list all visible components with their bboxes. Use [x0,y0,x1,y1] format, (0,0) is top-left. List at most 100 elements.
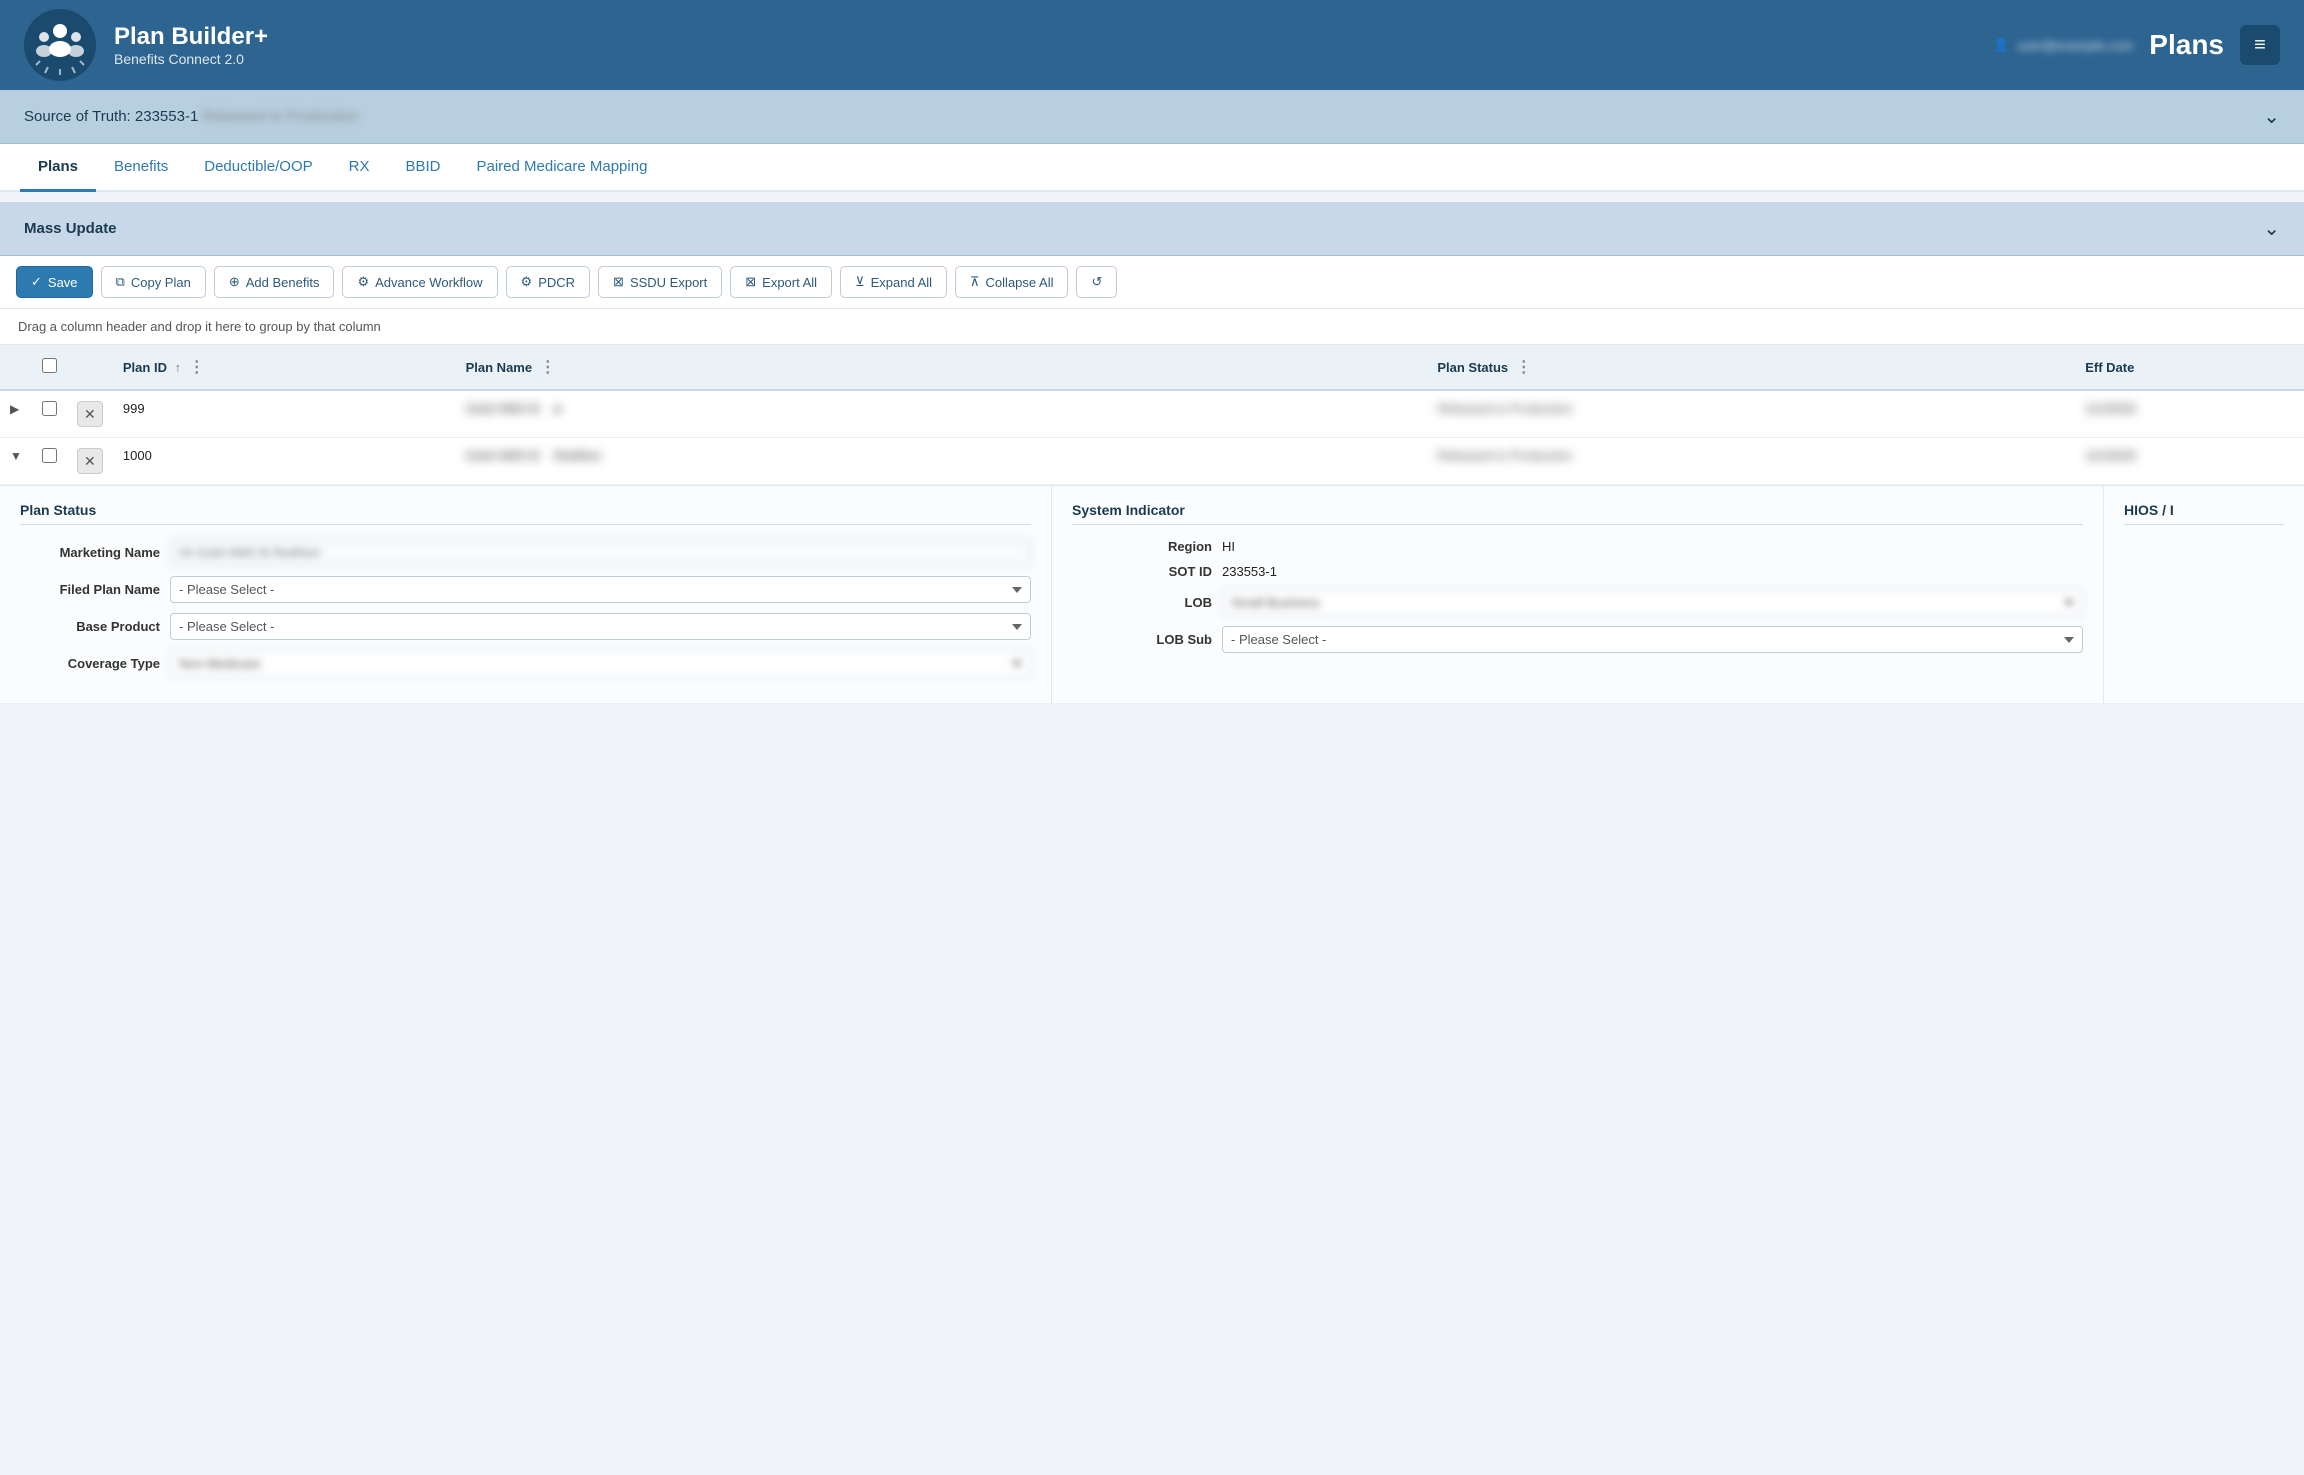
row-check-cell [32,390,67,438]
ssdu-icon: ⊠ [613,274,624,290]
col-plan-name-header: Plan Name ⋮ [456,345,1428,390]
drag-hint: Drag a column header and drop it here to… [0,309,2304,345]
sot-id-field: SOT ID 233553-1 [1072,564,2083,579]
marketing-name-label: Marketing Name [20,545,160,560]
expand-all-label: Expand All [871,275,932,290]
collapse-all-button[interactable]: ⊼ Collapse All [955,266,1068,298]
row-plan-id-cell: 999 [113,390,456,438]
row-delete-button[interactable]: ✕ [77,401,103,427]
expand-all-icon: ⊻ [855,274,865,290]
export-all-icon: ⊠ [745,274,756,290]
app-header: Plan Builder+ Benefits Connect 2.0 👤 use… [0,0,2304,90]
filed-plan-name-select[interactable]: - Please Select - [170,576,1031,603]
lob-select[interactable]: Small Business [1222,589,2083,616]
export-all-button[interactable]: ⊠ Export All [730,266,832,298]
tab-deductible[interactable]: Deductible/OOP [186,144,330,192]
header-left: Plan Builder+ Benefits Connect 2.0 [24,9,268,81]
select-all-checkbox[interactable] [42,358,57,373]
ssdu-export-button[interactable]: ⊠ SSDU Export [598,266,722,298]
row-plan-name-cell: Gold HMO B ● [456,390,1428,438]
tabs-bar: Plans Benefits Deductible/OOP RX BBID Pa… [0,144,2304,192]
pdcr-icon: ⚙ [521,274,533,290]
copy-plan-button[interactable]: ⧉ Copy Plan [101,266,206,298]
lob-sub-select[interactable]: - Please Select - [1222,626,2083,653]
row-plan-id-cell: 1000 [113,438,456,485]
base-product-value: - Please Select - [170,613,1031,640]
sot-text: Source of Truth: 233553-1 Released to Pr… [24,108,358,125]
row-checkbox[interactable] [42,448,57,463]
app-subtitle: Benefits Connect 2.0 [114,51,268,67]
app-logo [24,9,96,81]
base-product-field: Base Product - Please Select - [20,613,1031,640]
plan-id-sort-icon[interactable]: ↑ [175,360,182,375]
advance-workflow-label: Advance Workflow [375,275,482,290]
add-benefits-icon: ⊕ [229,274,240,290]
tab-bbid[interactable]: BBID [387,144,458,192]
system-indicator-title: System Indicator [1072,502,2083,525]
save-button[interactable]: ✓ Save [16,266,93,298]
region-field: Region HI [1072,539,2083,554]
plan-status-title: Plan Status [20,502,1031,525]
detail-row: Plan Status Marketing Name Filed Plan Na… [0,485,2304,704]
col-delete-header [67,345,113,390]
detail-grid: Plan Status Marketing Name Filed Plan Na… [0,485,2304,703]
plan-id-menu-icon[interactable]: ⋮ [185,359,209,376]
col-plan-status-header: Plan Status ⋮ [1427,345,2075,390]
menu-button[interactable]: ≡ [2240,25,2280,65]
add-benefits-button[interactable]: ⊕ Add Benefits [214,266,335,298]
plan-status-section: Plan Status Marketing Name Filed Plan Na… [0,486,1052,703]
plan-status-menu-icon[interactable]: ⋮ [1512,359,1536,376]
header-right: 👤 user@example.com Plans ≡ [1993,25,2280,65]
user-email: user@example.com [2018,38,2134,53]
plan-name-menu-icon[interactable]: ⋮ [536,359,560,376]
lob-sub-field: LOB Sub - Please Select - [1072,626,2083,653]
row-expand-cell[interactable]: ▼ [0,438,32,485]
base-product-select[interactable]: - Please Select - [170,613,1031,640]
sot-id-plain: 233553-1 [1222,559,1277,584]
export-all-label: Export All [762,275,817,290]
filed-plan-name-label: Filed Plan Name [20,582,160,597]
mass-update-label: Mass Update [24,220,117,237]
col-eff-date-header: Eff Date [2075,345,2304,390]
table-header-row: Plan ID ↑ ⋮ Plan Name ⋮ Plan Status ⋮ Ef… [0,345,2304,390]
sot-id-label: SOT ID [1072,564,1212,579]
marketing-name-input[interactable] [170,539,1031,566]
region-value: HI [1222,539,2083,554]
tab-rx[interactable]: RX [331,144,388,192]
mass-update-expand-icon[interactable]: ⌄ [2263,216,2280,241]
user-info: 👤 user@example.com [1993,37,2133,53]
advance-workflow-icon: ⚙ [357,274,369,290]
lob-sub-label: LOB Sub [1072,632,1212,647]
add-benefits-label: Add Benefits [246,275,320,290]
marketing-name-value [170,539,1031,566]
marketing-name-field: Marketing Name [20,539,1031,566]
region-plain: HI [1222,534,1235,559]
app-title-block: Plan Builder+ Benefits Connect 2.0 [114,23,268,67]
sot-expand-icon[interactable]: ⌄ [2263,104,2280,129]
row-checkbox[interactable] [42,401,57,416]
row-expand-icon[interactable]: ▼ [10,449,22,463]
plans-table: Plan ID ↑ ⋮ Plan Name ⋮ Plan Status ⋮ Ef… [0,345,2304,704]
row-expand-icon[interactable]: ▶ [10,402,19,416]
advance-workflow-button[interactable]: ⚙ Advance Workflow [342,266,497,298]
tab-benefits[interactable]: Benefits [96,144,186,192]
row-delete-cell: ✕ [67,390,113,438]
coverage-type-select[interactable]: Non-Medicare [170,650,1031,677]
coverage-type-label: Coverage Type [20,656,160,671]
copy-icon: ⧉ [116,274,125,290]
refresh-icon: ↺ [1091,274,1102,290]
row-expand-cell[interactable]: ▶ [0,390,32,438]
row-delete-button[interactable]: ✕ [77,448,103,474]
tab-plans[interactable]: Plans [20,144,96,192]
refresh-button[interactable]: ↺ [1076,266,1117,298]
table-row: ▼ ✕ 1000 Gold HMO B RedNon Released to P… [0,438,2304,485]
save-label: Save [48,275,78,290]
tab-paired-medicare[interactable]: Paired Medicare Mapping [458,144,665,192]
col-expand-header [0,345,32,390]
row-delete-cell: ✕ [67,438,113,485]
pdcr-button[interactable]: ⚙ PDCR [506,266,591,298]
row-eff-date-cell: 1/1/2023 [2075,390,2304,438]
row-check-cell [32,438,67,485]
expand-all-button[interactable]: ⊻ Expand All [840,266,947,298]
sot-id-value: 233553-1 [1222,564,2083,579]
